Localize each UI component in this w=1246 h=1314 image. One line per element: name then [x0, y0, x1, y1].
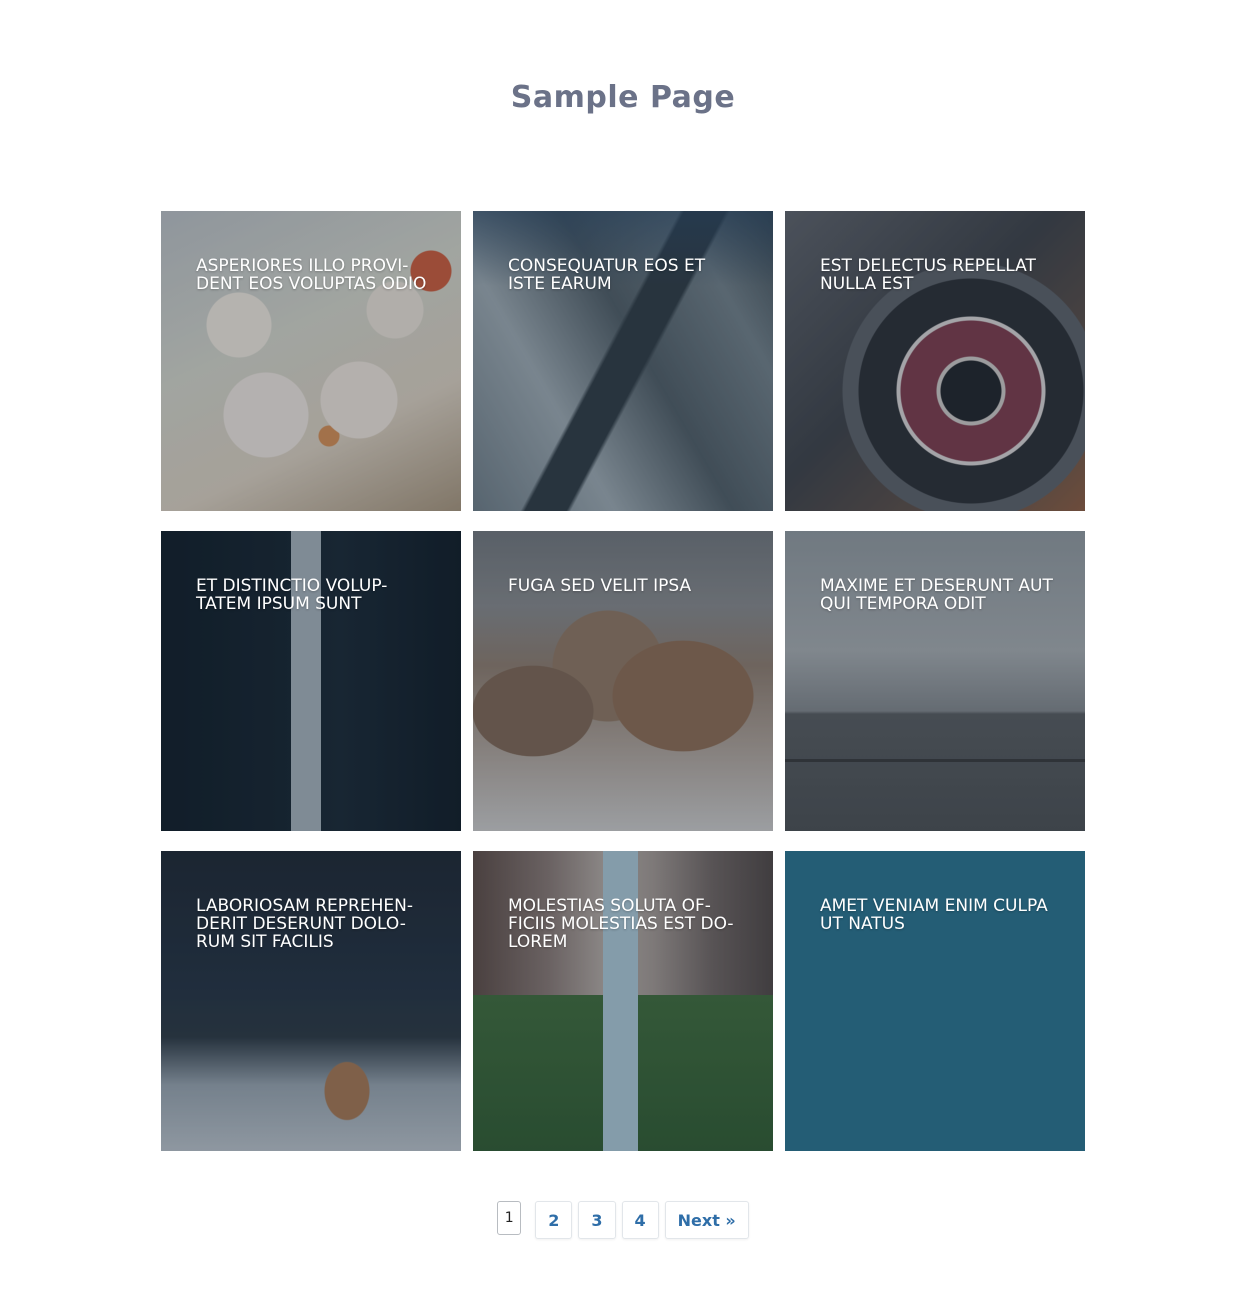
post-tile[interactable]: AMET VENIAM ENIM CULPA UT NATUS	[785, 851, 1085, 1151]
pagination-next-button[interactable]: Next »	[664, 1201, 749, 1239]
post-grid: ASPERIORES ILLO PROVI-DENT EOS VOLUPTAS …	[161, 211, 1085, 1151]
post-tile[interactable]: ASPERIORES ILLO PROVI-DENT EOS VOLUPTAS …	[161, 211, 461, 511]
post-tile[interactable]: EST DELECTUS REPELLAT NULLA EST	[785, 211, 1085, 511]
post-title: MAXIME ET DESERUNT AUT QUI TEMPORA ODIT	[820, 576, 1053, 614]
post-tile[interactable]: MAXIME ET DESERUNT AUT QUI TEMPORA ODIT	[785, 531, 1085, 831]
pagination-page-3[interactable]: 3	[578, 1201, 616, 1239]
page-title: Sample Page	[510, 80, 736, 115]
post-title: EST DELECTUS REPELLAT NULLA EST	[820, 256, 1036, 294]
pagination: 1 2 3 4 Next »	[0, 1201, 1246, 1239]
post-title: ASPERIORES ILLO PROVI-DENT EOS VOLUPTAS …	[196, 256, 427, 294]
post-title: ET DISTINCTIO VOLUP-TATEM IPSUM SUNT	[196, 576, 388, 614]
post-title: CONSEQUATUR EOS ET ISTE EARUM	[508, 256, 706, 294]
pagination-current-page: 1	[497, 1201, 522, 1235]
pagination-page-4[interactable]: 4	[621, 1201, 659, 1239]
post-tile[interactable]: FUGA SED VELIT IPSA	[473, 531, 773, 831]
post-tile[interactable]: ET DISTINCTIO VOLUP-TATEM IPSUM SUNT	[161, 531, 461, 831]
post-title: FUGA SED VELIT IPSA	[508, 576, 692, 596]
post-tile[interactable]: LABORIOSAM REPREHEN-DERIT DESERUNT DOLO-…	[161, 851, 461, 1151]
post-title: MOLESTIAS SOLUTA OF-FICIIS MOLESTIAS EST…	[508, 896, 734, 952]
post-tile[interactable]: MOLESTIAS SOLUTA OF-FICIIS MOLESTIAS EST…	[473, 851, 773, 1151]
pagination-page-2[interactable]: 2	[535, 1201, 573, 1239]
post-title: LABORIOSAM REPREHEN-DERIT DESERUNT DOLO-…	[196, 896, 413, 952]
post-title: AMET VENIAM ENIM CULPA UT NATUS	[820, 896, 1048, 934]
post-tile[interactable]: CONSEQUATUR EOS ET ISTE EARUM	[473, 211, 773, 511]
